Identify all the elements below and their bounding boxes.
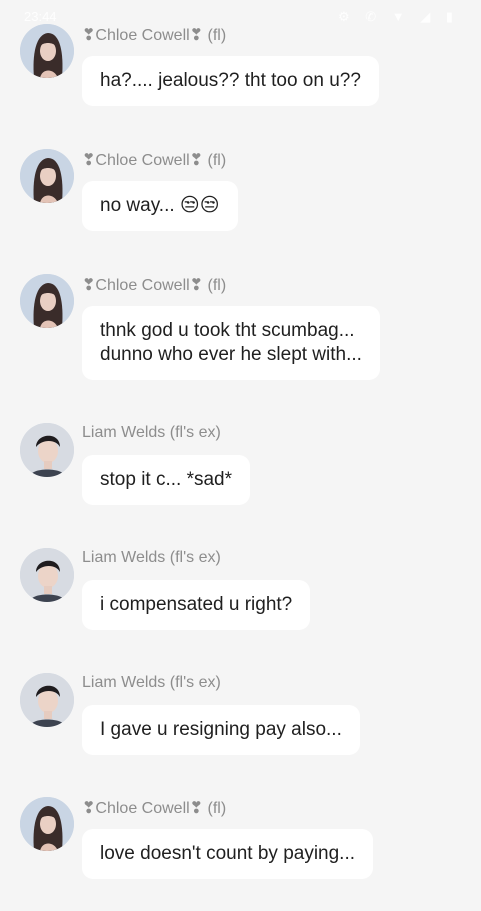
chat-message: Liam Welds (fl's ex) I gave u resigning … bbox=[0, 673, 481, 783]
sender-name: Liam Welds (fl's ex) bbox=[82, 549, 221, 566]
sender-name: ❣Chloe Cowell❣ (fl) bbox=[82, 800, 227, 817]
sender-name: ❣Chloe Cowell❣ (fl) bbox=[82, 152, 227, 169]
message-bubble[interactable]: thnk god u took tht scumbag... dunno who… bbox=[82, 306, 380, 380]
chat-message: ❣Chloe Cowell❣ (fl) ha?.... jealous?? th… bbox=[0, 24, 481, 134]
status-time: 23:44 bbox=[24, 9, 57, 24]
sender-name: Liam Welds (fl's ex) bbox=[82, 674, 221, 691]
avatar-liam[interactable] bbox=[20, 548, 74, 602]
status-icons: ⚙ ✆ ▼ ◢ ▮ bbox=[337, 9, 459, 24]
message-bubble[interactable]: i compensated u right? bbox=[82, 580, 311, 630]
message-bubble[interactable]: no way... 😒😒 bbox=[82, 181, 238, 231]
chat-message: ❣Chloe Cowell❣ (fl) thnk god u took tht … bbox=[0, 274, 481, 384]
chat-message: Liam Welds (fl's ex) stop it c... *sad* bbox=[0, 423, 481, 533]
avatar-chloe[interactable] bbox=[20, 274, 74, 328]
avatar-liam[interactable] bbox=[20, 673, 74, 727]
avatar-chloe[interactable] bbox=[20, 149, 74, 203]
chat-message: Liam Welds (fl's ex) i compensated u rig… bbox=[0, 548, 481, 658]
chat-message: ❣Chloe Cowell❣ (fl) no way... 😒😒 bbox=[0, 149, 481, 259]
avatar-chloe[interactable] bbox=[20, 797, 74, 851]
message-bubble[interactable]: stop it c... *sad* bbox=[82, 455, 251, 505]
sender-name: ❣Chloe Cowell❣ (fl) bbox=[82, 27, 227, 44]
message-bubble[interactable]: I gave u resigning pay also... bbox=[82, 705, 360, 755]
chat-message: ❣Chloe Cowell❣ (fl) love doesn't count b… bbox=[0, 797, 481, 907]
sender-name: ❣Chloe Cowell❣ (fl) bbox=[82, 277, 227, 294]
message-bubble[interactable]: ha?.... jealous?? tht too on u?? bbox=[82, 56, 379, 106]
sender-name: Liam Welds (fl's ex) bbox=[82, 424, 221, 441]
avatar-liam[interactable] bbox=[20, 423, 74, 477]
avatar-chloe[interactable] bbox=[20, 24, 74, 78]
message-bubble[interactable]: love doesn't count by paying... bbox=[82, 829, 374, 879]
